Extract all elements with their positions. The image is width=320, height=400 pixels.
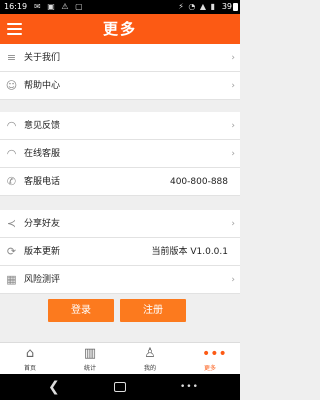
menu-item-label: 分享好友 bbox=[24, 219, 61, 229]
chevron-right-icon: › bbox=[231, 149, 235, 159]
menu-item-share[interactable]: ≺ 分享好友 › bbox=[0, 210, 240, 238]
battery-icon bbox=[233, 3, 238, 11]
tab-home[interactable]: ⌂ 首页 bbox=[0, 343, 60, 375]
list-icon: ≡ bbox=[6, 51, 17, 64]
register-button[interactable]: 注册 bbox=[120, 299, 186, 322]
notification-icons: ✉ ▣ ⚠ ▢ bbox=[34, 2, 85, 11]
phone-number: 400-800-888 bbox=[169, 177, 228, 187]
headset-icon: ◠ bbox=[6, 119, 17, 132]
user-icon: ♙ bbox=[144, 346, 156, 361]
tab-label: 我的 bbox=[143, 365, 156, 372]
bottom-tab-bar: ⌂ 首页 ▥ 统计 ♙ 我的 ••• 更多 bbox=[0, 342, 240, 374]
status-time: 16:19 bbox=[4, 2, 28, 11]
system-nav-bar: ❮ ••• bbox=[0, 374, 240, 400]
signal-icons: ⚡ ◔ ▲ ▮ bbox=[178, 2, 216, 11]
tab-more[interactable]: ••• 更多 bbox=[180, 343, 240, 375]
menu-item-version[interactable]: ⟳ 版本更新 当前版本 V1.0.0.1 bbox=[0, 238, 240, 266]
login-button[interactable]: 登录 bbox=[48, 299, 114, 322]
overflow-icon[interactable]: ••• bbox=[180, 379, 199, 395]
menu-item-online-service[interactable]: ◠ 在线客服 › bbox=[0, 140, 240, 168]
calculator-icon: ▦ bbox=[6, 273, 17, 286]
tab-stats[interactable]: ▥ 统计 bbox=[60, 343, 120, 375]
chevron-right-icon: › bbox=[231, 219, 235, 229]
tab-mine[interactable]: ♙ 我的 bbox=[120, 343, 180, 375]
refresh-icon: ⟳ bbox=[6, 245, 17, 258]
chevron-right-icon: › bbox=[231, 53, 235, 63]
tab-label: 统计 bbox=[83, 365, 96, 372]
chevron-right-icon: › bbox=[231, 81, 235, 91]
house-icon: ⌂ bbox=[25, 346, 35, 361]
menu-item-help[interactable]: ☺ 帮助中心 › bbox=[0, 72, 240, 100]
back-icon[interactable]: ❮ bbox=[48, 378, 60, 396]
chevron-right-icon: › bbox=[231, 121, 235, 131]
tab-label: 首页 bbox=[23, 365, 36, 372]
tab-label: 更多 bbox=[203, 365, 216, 372]
bar-chart-icon: ▥ bbox=[83, 346, 97, 361]
menu-item-about[interactable]: ≡ 关于我们 › bbox=[0, 44, 240, 72]
page-title: 更多 bbox=[102, 20, 137, 38]
app-bar: 更多 bbox=[0, 14, 240, 44]
battery-level: 39 bbox=[221, 2, 232, 11]
menu-item-label: 在线客服 bbox=[24, 149, 61, 159]
menu-item-label: 意见反馈 bbox=[24, 121, 61, 131]
share-icon: ≺ bbox=[6, 217, 17, 230]
menu-item-label: 帮助中心 bbox=[24, 81, 61, 91]
menu-item-label: 关于我们 bbox=[24, 53, 61, 63]
version-value: 当前版本 V1.0.0.1 bbox=[151, 247, 228, 257]
phone-icon: ✆ bbox=[6, 175, 17, 188]
menu-item-label: 客服电话 bbox=[24, 177, 61, 187]
menu-item-feedback[interactable]: ◠ 意见反馈 › bbox=[0, 112, 240, 140]
headset-icon: ◠ bbox=[6, 147, 17, 160]
menu-item-label: 风险测评 bbox=[24, 275, 61, 285]
menu-item-risk[interactable]: ▦ 风险测评 › bbox=[0, 266, 240, 294]
menu-item-phone[interactable]: ✆ 客服电话 400-800-888 bbox=[0, 168, 240, 196]
chevron-right-icon: › bbox=[231, 275, 235, 285]
more-dots-icon: ••• bbox=[202, 346, 227, 362]
menu-item-label: 版本更新 bbox=[24, 247, 61, 257]
home-icon[interactable] bbox=[114, 382, 126, 392]
status-bar: 16:19 ✉ ▣ ⚠ ▢ ⚡ ◔ ▲ ▮ 39 bbox=[0, 0, 240, 14]
smiley-icon: ☺ bbox=[5, 79, 18, 92]
